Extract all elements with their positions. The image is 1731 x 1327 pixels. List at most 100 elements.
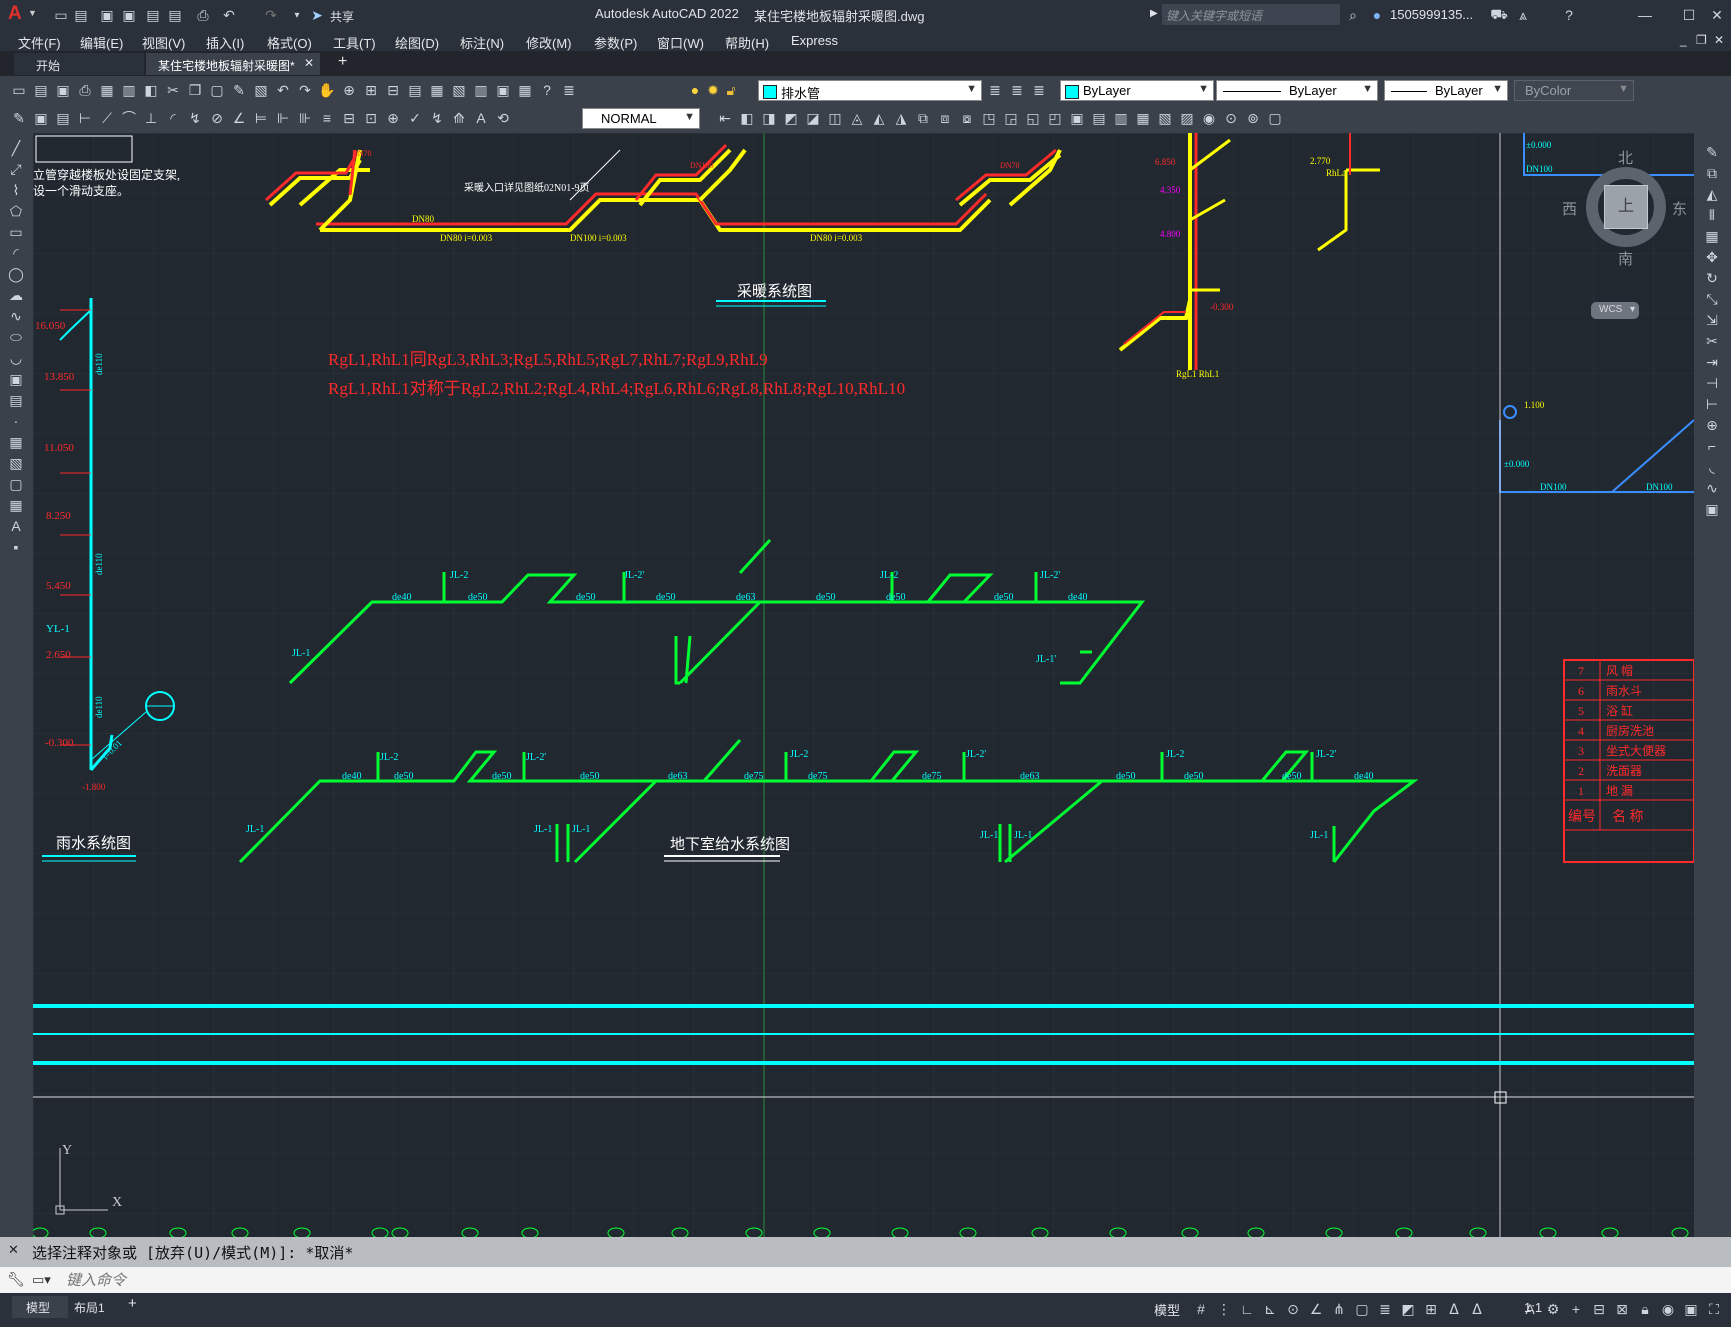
- multiline-text-icon[interactable]: A: [7, 517, 25, 535]
- trim-icon[interactable]: ✂: [1703, 332, 1721, 350]
- polyline-icon[interactable]: ⌇: [7, 181, 25, 199]
- slice-icon[interactable]: ◰: [1046, 109, 1064, 127]
- doc-restore-icon[interactable]: ❐: [1696, 33, 1707, 47]
- space-icon[interactable]: ≡: [318, 109, 336, 127]
- polygon-icon[interactable]: ⬠: [7, 202, 25, 220]
- match-prop-icon[interactable]: ✎: [230, 81, 248, 99]
- annotation-monitor-icon[interactable]: +: [1567, 1300, 1585, 1318]
- viewcube-top-face[interactable]: 上: [1604, 185, 1648, 229]
- customize-arrow-icon[interactable]: ▾: [288, 6, 306, 24]
- continue-icon[interactable]: ⊪: [296, 109, 314, 127]
- help-icon[interactable]: ?: [1560, 6, 1578, 24]
- selection-cycling-icon[interactable]: ⊞: [1422, 1300, 1440, 1318]
- stretch-icon[interactable]: ⇲: [1703, 311, 1721, 329]
- insert-block-icon[interactable]: ▣: [7, 370, 25, 388]
- arc-icon[interactable]: ◜: [7, 244, 25, 262]
- autocad-logo-icon[interactable]: A: [8, 3, 22, 25]
- pan-icon[interactable]: ✋: [318, 81, 336, 99]
- new-tab-button[interactable]: +: [338, 53, 347, 75]
- cut-icon[interactable]: ✂: [164, 81, 182, 99]
- menu-express[interactable]: Express: [791, 33, 838, 48]
- grid-display-icon[interactable]: #: [1192, 1300, 1210, 1318]
- loft-icon[interactable]: ⧇: [958, 109, 976, 127]
- new-file-icon[interactable]: ▭: [52, 6, 70, 24]
- markup-icon[interactable]: ▣: [494, 81, 512, 99]
- 3d-torus-icon[interactable]: ◬: [848, 109, 866, 127]
- search-input[interactable]: 键入关键字或短语: [1162, 4, 1340, 25]
- viewcube-south[interactable]: 南: [1618, 248, 1633, 269]
- shell-icon[interactable]: ▧: [1156, 109, 1174, 127]
- 3d-wedge-icon[interactable]: ◨: [760, 109, 778, 127]
- plot-icon[interactable]: ⎙: [76, 81, 94, 99]
- radius-icon[interactable]: ◜: [164, 109, 182, 127]
- command-input[interactable]: [64, 1269, 1668, 1291]
- offset-icon[interactable]: ⫴: [1703, 206, 1721, 224]
- hatch-icon[interactable]: ▦: [7, 433, 25, 451]
- save-as-icon[interactable]: ▣: [120, 6, 138, 24]
- menu-tools[interactable]: 工具(T): [333, 33, 376, 52]
- share-button[interactable]: 共享: [330, 8, 354, 25]
- revision-cloud-icon[interactable]: ☁: [7, 286, 25, 304]
- color-select[interactable]: ByLayer ▼: [1060, 80, 1214, 101]
- plot-preview-icon[interactable]: ▦: [98, 81, 116, 99]
- menu-insert[interactable]: 插入(I): [206, 33, 244, 52]
- point-icon[interactable]: ·: [7, 412, 25, 430]
- block-editor-icon[interactable]: ▧: [252, 81, 270, 99]
- open-file-icon[interactable]: ▤: [72, 6, 90, 24]
- blend-icon[interactable]: ∿: [1703, 479, 1721, 497]
- layer-previous-icon[interactable]: ≣: [1030, 81, 1048, 99]
- menu-parametric[interactable]: 参数(P): [594, 33, 637, 52]
- quick-dim-icon[interactable]: ⊨: [252, 109, 270, 127]
- paste-icon[interactable]: ▢: [208, 81, 226, 99]
- section-icon[interactable]: ▣: [1068, 109, 1086, 127]
- break-icon[interactable]: ⊢: [1703, 395, 1721, 413]
- quick-properties-icon[interactable]: ⊠: [1613, 1300, 1631, 1318]
- table-icon[interactable]: ▦: [7, 496, 25, 514]
- tab-layout1[interactable]: 布局1: [70, 1296, 126, 1318]
- arc-length-icon[interactable]: ⌒: [120, 109, 138, 127]
- inspect-icon[interactable]: ✓: [406, 109, 424, 127]
- 3d-box-icon[interactable]: ◧: [738, 109, 756, 127]
- union-icon[interactable]: ◳: [980, 109, 998, 127]
- dim-edit-icon[interactable]: ⟰: [450, 109, 468, 127]
- lineweight-icon[interactable]: ≣: [1376, 1300, 1394, 1318]
- 3d-cylinder-icon[interactable]: ◫: [826, 109, 844, 127]
- isometric-drafting-icon[interactable]: ∠: [1307, 1300, 1325, 1318]
- layer-properties-icon[interactable]: ≣: [986, 81, 1004, 99]
- menu-format[interactable]: 格式(O): [267, 33, 312, 52]
- tab-start[interactable]: 开始: [14, 53, 144, 75]
- infer-constraints-icon[interactable]: ∟: [1238, 1300, 1256, 1318]
- app-menu-arrow-icon[interactable]: ▼: [28, 8, 37, 18]
- aligned-dim-icon[interactable]: ⟋: [98, 109, 116, 127]
- hardware-acceleration-icon[interactable]: ▣: [1682, 1300, 1700, 1318]
- units-icon[interactable]: ⊟: [1590, 1300, 1608, 1318]
- tool-palettes-icon[interactable]: ▧: [450, 81, 468, 99]
- line-icon[interactable]: ╱: [7, 139, 25, 157]
- zoom-window-icon[interactable]: ⊞: [362, 81, 380, 99]
- linetype-select[interactable]: ByLayer ▼: [1216, 80, 1378, 101]
- wcs-menu[interactable]: WCS ▾: [1591, 302, 1639, 319]
- text-style-select[interactable]: NORMAL ▼: [582, 108, 700, 129]
- scale-icon[interactable]: ⤡: [1703, 290, 1721, 308]
- viewcube[interactable]: 上 北 南 东 西: [1560, 145, 1690, 275]
- revolve-icon[interactable]: ⧉: [914, 109, 932, 127]
- annotation-scale[interactable]: 1:1: [1524, 1300, 1542, 1315]
- command-recent-icon[interactable]: ▭▾: [32, 1272, 51, 1288]
- break-at-point-icon[interactable]: ⊣: [1703, 374, 1721, 392]
- design-center-icon[interactable]: ▦: [428, 81, 446, 99]
- menu-dimension[interactable]: 标注(N): [460, 33, 504, 52]
- circle-icon[interactable]: ◯: [7, 265, 25, 283]
- rectangle-icon[interactable]: ▭: [7, 223, 25, 241]
- baseline-icon[interactable]: ⊩: [274, 109, 292, 127]
- auto-scale-icon[interactable]: ᐃ: [1468, 1300, 1486, 1318]
- doc-minimize-icon[interactable]: _: [1680, 33, 1687, 47]
- layer-bulb-icon[interactable]: ●: [686, 81, 704, 99]
- add-layout-button[interactable]: +: [128, 1295, 137, 1312]
- polar-tracking-icon[interactable]: ⊙: [1284, 1300, 1302, 1318]
- open-icon[interactable]: ▤: [32, 81, 50, 99]
- layer-lock-icon[interactable]: 🔓︎: [722, 81, 740, 99]
- workspace-icon[interactable]: ⚙: [1544, 1300, 1562, 1318]
- wrench-icon[interactable]: 🔧︎: [7, 1271, 25, 1288]
- separate-icon[interactable]: ▦: [1134, 109, 1152, 127]
- ellipse-icon[interactable]: ⬭: [7, 328, 25, 346]
